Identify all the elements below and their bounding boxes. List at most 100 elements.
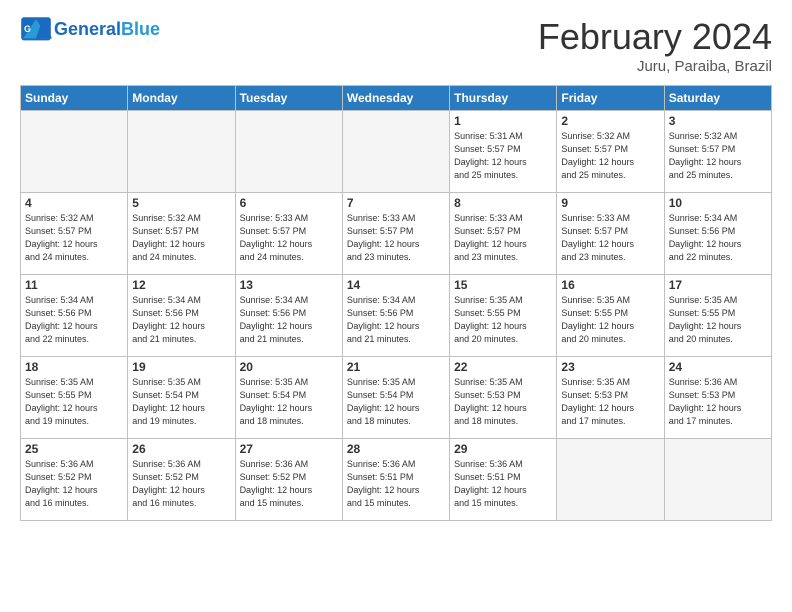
day-info: Sunrise: 5:34 AM Sunset: 5:56 PM Dayligh… bbox=[347, 294, 445, 346]
day-number: 29 bbox=[454, 442, 552, 456]
day-cell: 3 Sunrise: 5:32 AM Sunset: 5:57 PM Daylig… bbox=[664, 111, 771, 193]
day-cell: 14 Sunrise: 5:34 AM Sunset: 5:56 PM Dayli… bbox=[342, 275, 449, 357]
day-number: 23 bbox=[561, 360, 659, 374]
logo-blue: Blue bbox=[121, 19, 160, 39]
day-cell bbox=[664, 439, 771, 521]
day-number: 24 bbox=[669, 360, 767, 374]
day-number: 14 bbox=[347, 278, 445, 292]
day-number: 8 bbox=[454, 196, 552, 210]
logo-icon: G bbox=[20, 16, 52, 44]
day-cell: 2 Sunrise: 5:32 AM Sunset: 5:57 PM Daylig… bbox=[557, 111, 664, 193]
day-info: Sunrise: 5:36 AM Sunset: 5:51 PM Dayligh… bbox=[347, 458, 445, 510]
week-row-4: 18 Sunrise: 5:35 AM Sunset: 5:55 PM Dayli… bbox=[21, 357, 772, 439]
day-cell: 19Sunrise: 5:35 AM Sunset: 5:54 PM Dayli… bbox=[128, 357, 235, 439]
day-cell: 27 Sunrise: 5:36 AM Sunset: 5:52 PM Dayli… bbox=[235, 439, 342, 521]
day-number: 20 bbox=[240, 360, 338, 374]
day-header-monday: Monday bbox=[128, 86, 235, 111]
day-info: Sunrise: 5:31 AM Sunset: 5:57 PM Dayligh… bbox=[454, 130, 552, 182]
day-number: 2 bbox=[561, 114, 659, 128]
day-cell: 22Sunrise: 5:35 AM Sunset: 5:53 PM Dayli… bbox=[450, 357, 557, 439]
day-cell: 13 Sunrise: 5:34 AM Sunset: 5:56 PM Dayli… bbox=[235, 275, 342, 357]
day-info: Sunrise: 5:36 AM Sunset: 5:52 PM Dayligh… bbox=[240, 458, 338, 510]
day-number: 28 bbox=[347, 442, 445, 456]
days-header-row: SundayMondayTuesdayWednesdayThursdayFrid… bbox=[21, 86, 772, 111]
day-info: Sunrise: 5:35 AM Sunset: 5:53 PM Dayligh… bbox=[561, 376, 659, 428]
day-cell: 12 Sunrise: 5:34 AM Sunset: 5:56 PM Dayli… bbox=[128, 275, 235, 357]
day-cell: 25 Sunrise: 5:36 AM Sunset: 5:52 PM Dayli… bbox=[21, 439, 128, 521]
day-cell: 1Sunrise: 5:31 AM Sunset: 5:57 PM Daylig… bbox=[450, 111, 557, 193]
day-number: 18 bbox=[25, 360, 123, 374]
day-info: Sunrise: 5:33 AM Sunset: 5:57 PM Dayligh… bbox=[347, 212, 445, 264]
day-cell: 9Sunrise: 5:33 AM Sunset: 5:57 PM Daylig… bbox=[557, 193, 664, 275]
day-info: Sunrise: 5:34 AM Sunset: 5:56 PM Dayligh… bbox=[132, 294, 230, 346]
day-number: 10 bbox=[669, 196, 767, 210]
svg-text:G: G bbox=[24, 24, 31, 34]
calendar: SundayMondayTuesdayWednesdayThursdayFrid… bbox=[20, 85, 772, 521]
day-info: Sunrise: 5:35 AM Sunset: 5:55 PM Dayligh… bbox=[454, 294, 552, 346]
day-cell bbox=[342, 111, 449, 193]
day-cell: 4 Sunrise: 5:32 AM Sunset: 5:57 PM Daylig… bbox=[21, 193, 128, 275]
day-cell: 10 Sunrise: 5:34 AM Sunset: 5:56 PM Dayli… bbox=[664, 193, 771, 275]
day-number: 27 bbox=[240, 442, 338, 456]
day-info: Sunrise: 5:35 AM Sunset: 5:53 PM Dayligh… bbox=[454, 376, 552, 428]
day-number: 6 bbox=[240, 196, 338, 210]
day-number: 11 bbox=[25, 278, 123, 292]
day-number: 16 bbox=[561, 278, 659, 292]
day-info: Sunrise: 5:32 AM Sunset: 5:57 PM Dayligh… bbox=[669, 130, 767, 182]
day-cell: 5 Sunrise: 5:32 AM Sunset: 5:57 PM Daylig… bbox=[128, 193, 235, 275]
location: Juru, Paraiba, Brazil bbox=[538, 58, 772, 75]
day-info: Sunrise: 5:34 AM Sunset: 5:56 PM Dayligh… bbox=[669, 212, 767, 264]
day-header-thursday: Thursday bbox=[450, 86, 557, 111]
day-info: Sunrise: 5:36 AM Sunset: 5:51 PM Dayligh… bbox=[454, 458, 552, 510]
day-number: 21 bbox=[347, 360, 445, 374]
week-row-5: 25 Sunrise: 5:36 AM Sunset: 5:52 PM Dayli… bbox=[21, 439, 772, 521]
day-info: Sunrise: 5:33 AM Sunset: 5:57 PM Dayligh… bbox=[240, 212, 338, 264]
day-header-wednesday: Wednesday bbox=[342, 86, 449, 111]
day-number: 15 bbox=[454, 278, 552, 292]
day-number: 3 bbox=[669, 114, 767, 128]
day-info: Sunrise: 5:35 AM Sunset: 5:55 PM Dayligh… bbox=[669, 294, 767, 346]
day-cell: 6 Sunrise: 5:33 AM Sunset: 5:57 PM Daylig… bbox=[235, 193, 342, 275]
month-title: February 2024 bbox=[538, 16, 772, 58]
day-header-tuesday: Tuesday bbox=[235, 86, 342, 111]
day-header-friday: Friday bbox=[557, 86, 664, 111]
day-cell bbox=[21, 111, 128, 193]
day-cell: 11 Sunrise: 5:34 AM Sunset: 5:56 PM Dayli… bbox=[21, 275, 128, 357]
logo-text: GeneralBlue bbox=[54, 20, 160, 40]
day-number: 25 bbox=[25, 442, 123, 456]
day-info: Sunrise: 5:35 AM Sunset: 5:54 PM Dayligh… bbox=[347, 376, 445, 428]
day-cell: 18 Sunrise: 5:35 AM Sunset: 5:55 PM Dayli… bbox=[21, 357, 128, 439]
day-info: Sunrise: 5:33 AM Sunset: 5:57 PM Dayligh… bbox=[454, 212, 552, 264]
day-info: Sunrise: 5:35 AM Sunset: 5:54 PM Dayligh… bbox=[240, 376, 338, 428]
day-number: 4 bbox=[25, 196, 123, 210]
day-cell: 26Sunrise: 5:36 AM Sunset: 5:52 PM Dayli… bbox=[128, 439, 235, 521]
day-number: 12 bbox=[132, 278, 230, 292]
day-cell: 20 Sunrise: 5:35 AM Sunset: 5:54 PM Dayli… bbox=[235, 357, 342, 439]
day-cell: 17 Sunrise: 5:35 AM Sunset: 5:55 PM Dayli… bbox=[664, 275, 771, 357]
day-info: Sunrise: 5:36 AM Sunset: 5:53 PM Dayligh… bbox=[669, 376, 767, 428]
day-info: Sunrise: 5:32 AM Sunset: 5:57 PM Dayligh… bbox=[132, 212, 230, 264]
day-number: 7 bbox=[347, 196, 445, 210]
logo: G GeneralBlue bbox=[20, 16, 160, 44]
day-number: 5 bbox=[132, 196, 230, 210]
day-number: 13 bbox=[240, 278, 338, 292]
day-cell: 15 Sunrise: 5:35 AM Sunset: 5:55 PM Dayli… bbox=[450, 275, 557, 357]
day-info: Sunrise: 5:36 AM Sunset: 5:52 PM Dayligh… bbox=[25, 458, 123, 510]
day-cell bbox=[235, 111, 342, 193]
day-info: Sunrise: 5:32 AM Sunset: 5:57 PM Dayligh… bbox=[25, 212, 123, 264]
week-row-1: 1Sunrise: 5:31 AM Sunset: 5:57 PM Daylig… bbox=[21, 111, 772, 193]
day-info: Sunrise: 5:34 AM Sunset: 5:56 PM Dayligh… bbox=[25, 294, 123, 346]
day-info: Sunrise: 5:35 AM Sunset: 5:55 PM Dayligh… bbox=[561, 294, 659, 346]
day-cell: 16 Sunrise: 5:35 AM Sunset: 5:55 PM Dayli… bbox=[557, 275, 664, 357]
day-cell: 21 Sunrise: 5:35 AM Sunset: 5:54 PM Dayli… bbox=[342, 357, 449, 439]
day-info: Sunrise: 5:35 AM Sunset: 5:55 PM Dayligh… bbox=[25, 376, 123, 428]
title-block: February 2024 Juru, Paraiba, Brazil bbox=[538, 16, 772, 75]
day-cell: 24 Sunrise: 5:36 AM Sunset: 5:53 PM Dayli… bbox=[664, 357, 771, 439]
day-info: Sunrise: 5:34 AM Sunset: 5:56 PM Dayligh… bbox=[240, 294, 338, 346]
header: G GeneralBlue February 2024 Juru, Paraib… bbox=[20, 16, 772, 75]
day-number: 17 bbox=[669, 278, 767, 292]
week-row-2: 4 Sunrise: 5:32 AM Sunset: 5:57 PM Daylig… bbox=[21, 193, 772, 275]
day-number: 9 bbox=[561, 196, 659, 210]
day-info: Sunrise: 5:32 AM Sunset: 5:57 PM Dayligh… bbox=[561, 130, 659, 182]
day-number: 26 bbox=[132, 442, 230, 456]
